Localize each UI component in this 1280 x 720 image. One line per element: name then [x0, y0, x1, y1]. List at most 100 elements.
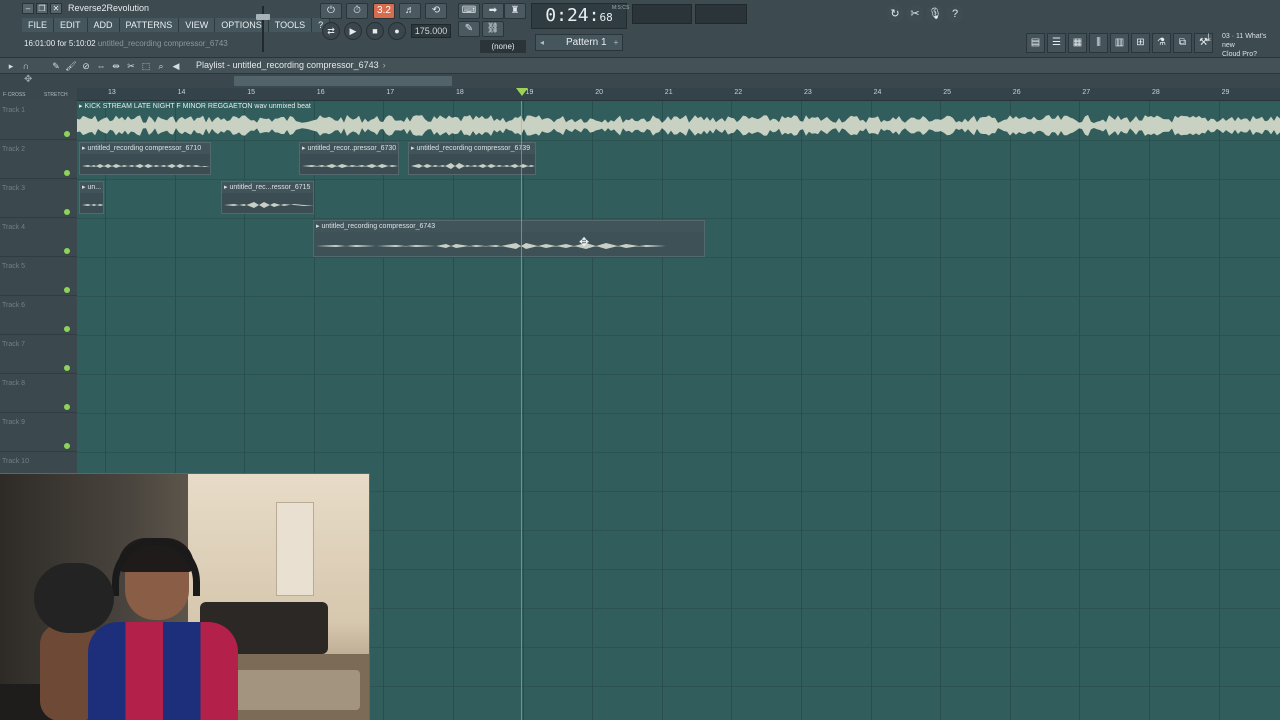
track-header[interactable]: Track 7 [0, 335, 77, 374]
track-mute-led[interactable] [64, 443, 70, 449]
track-header[interactable]: Track 8 [0, 374, 77, 413]
track-mute-led[interactable] [64, 131, 70, 137]
menu-add[interactable]: ADD [87, 18, 120, 32]
track-header[interactable]: Track 1 [0, 101, 77, 140]
audio-clip[interactable]: ▸ un... [79, 181, 104, 214]
cpu-meter [632, 4, 692, 24]
ruler-bar-number: 28 [1152, 89, 1160, 96]
clip-waveform [82, 204, 103, 206]
timeline-ruler[interactable]: 13 14 15 16 17 18 19 20 21 22 23 24 25 26 27 28 29 [77, 88, 1280, 101]
multilink-icon[interactable]: ♜ [504, 3, 526, 19]
track-mute-led[interactable] [64, 170, 70, 176]
clip-waveform [82, 164, 210, 168]
pencil-icon[interactable]: ✎ [458, 21, 480, 37]
slice-tool-icon[interactable]: ✂ [124, 59, 138, 73]
beat-waveform[interactable] [77, 112, 1280, 139]
audio-clip[interactable]: ▸ untitled_rec...ressor_6715 [221, 181, 314, 214]
playlist-tools: ▸ ∩ ✎ 🖌 ⊘ ⇔ ⇹ ✂ ⬚ ⌕ ◀ [4, 59, 183, 73]
playhead-marker[interactable] [516, 88, 528, 96]
typing-keyboard-icon[interactable]: ⌨ [458, 3, 480, 19]
menu-tools[interactable]: TOOLS [268, 18, 313, 32]
channel-rack-icon[interactable]: ▦ [1068, 33, 1087, 53]
playback-tool-icon[interactable]: ◀ [169, 59, 183, 73]
wait-icon[interactable]: ⏱ [346, 3, 368, 19]
browser-icon[interactable]: ▥ [1110, 33, 1129, 53]
zoom-tool-icon[interactable]: ⌕ [154, 59, 168, 73]
refresh-icon[interactable]: ↻ [886, 5, 904, 23]
playlist-window-icon[interactable]: ▤ [1026, 33, 1045, 53]
track-header[interactable]: Track 6 [0, 296, 77, 335]
tools-icon[interactable]: ✂ [906, 5, 924, 23]
link-icon[interactable]: ⛓ [482, 21, 504, 37]
close-icon[interactable]: ✕ [50, 3, 62, 14]
track-name: Track 3 [2, 185, 26, 192]
magnet-icon[interactable]: ∩ [19, 59, 33, 73]
master-volume-slider[interactable] [253, 4, 273, 56]
scrollbar-thumb[interactable] [234, 76, 452, 86]
help-icon[interactable]: ? [946, 5, 964, 23]
track-name: Track 7 [2, 341, 26, 348]
plugin-icon[interactable]: ⚗ [1152, 33, 1171, 53]
countdown-icon[interactable]: 3.2 [373, 3, 395, 19]
step-edit-icon[interactable]: ➡ [482, 3, 504, 19]
audio-clip[interactable]: ▸ untitled_recording compressor_6739 [408, 142, 536, 175]
track-mute-led[interactable] [64, 326, 70, 332]
mute-tool-icon[interactable]: ⇔ [94, 59, 108, 73]
plugin-picker-icon[interactable]: ⊞ [1131, 33, 1150, 53]
piano-roll-icon[interactable]: ☰ [1047, 33, 1066, 53]
audio-clip[interactable]: ▸ untitled_recor..pressor_6730 [299, 142, 399, 175]
track-mute-led[interactable] [64, 365, 70, 371]
loop-record-icon[interactable]: ⟲ [425, 3, 447, 19]
track-mute-led[interactable] [64, 209, 70, 215]
clip-label: ▸ untitled_recording compressor_6743 [314, 221, 704, 232]
audio-clip[interactable]: ▸ untitled_recording compressor_6710 [79, 142, 211, 175]
track-header[interactable]: Track 3 [0, 179, 77, 218]
playlist-options-icon[interactable]: ▸ [4, 59, 18, 73]
top-toolbar: – ❐ ✕ Reverse2Revolution FILE EDIT ADD P… [0, 0, 1280, 58]
touch-keyboard-icon[interactable]: ⧉ [1173, 33, 1192, 53]
menu-edit[interactable]: EDIT [54, 18, 88, 32]
minimize-icon[interactable]: – [22, 3, 34, 14]
track-header[interactable]: Track 2 [0, 140, 77, 179]
pattern-selector[interactable]: ◂ Pattern 1 + [535, 34, 623, 51]
song-mode-icon[interactable]: ⇄ [322, 22, 340, 40]
track-name: Track 1 [2, 107, 26, 114]
play-icon[interactable]: ▶ [344, 22, 362, 40]
clip-waveform [224, 202, 313, 208]
track-header[interactable]: Track 5 [0, 257, 77, 296]
delete-tool-icon[interactable]: ⊘ [79, 59, 93, 73]
menu-view[interactable]: VIEW [179, 18, 216, 32]
select-tool-icon[interactable]: ⬚ [139, 59, 153, 73]
tempo-display[interactable]: 175.000 [411, 24, 451, 38]
clip-label-text: untitled_recording compressor_6710 [87, 145, 202, 152]
metronome-icon[interactable]: ⏻ [320, 3, 342, 19]
audio-clip-selected[interactable]: ▸ untitled_recording compressor_6743 [313, 220, 705, 257]
pattern-add-icon[interactable]: + [610, 35, 622, 50]
mixer-icon[interactable]: ⫼ [1089, 33, 1108, 53]
restore-icon[interactable]: ❐ [36, 3, 48, 14]
track-mute-led[interactable] [64, 404, 70, 410]
track-header[interactable]: Track 4 [0, 218, 77, 257]
menu-patterns[interactable]: PATTERNS [119, 18, 180, 32]
microphone-icon[interactable]: 🎙 [926, 5, 944, 23]
draw-tool-icon[interactable]: ✎ [49, 59, 63, 73]
pattern-prev-icon[interactable]: ◂ [536, 35, 548, 50]
track-mute-led[interactable] [64, 287, 70, 293]
clip-label: ▸ un... [80, 182, 103, 193]
track-name: Track 10 [2, 458, 29, 465]
slip-tool-icon[interactable]: ⇹ [109, 59, 123, 73]
snap-selector[interactable]: (none) [480, 40, 526, 53]
playlist-scrollbar[interactable]: ✥ [0, 74, 1280, 88]
ruler-bar-number: 24 [873, 89, 882, 96]
blend-notes-icon[interactable]: ♬ [399, 3, 421, 19]
paint-tool-icon[interactable]: 🖌 [64, 59, 78, 73]
news-panel[interactable]: ⤓ 03 · 11 What's new Cloud Pro? [1206, 32, 1280, 59]
track-header[interactable]: Track 9 [0, 413, 77, 452]
menu-file[interactable]: FILE [22, 18, 55, 32]
stop-icon[interactable]: ■ [366, 22, 384, 40]
utility-icons: ↻ ✂ 🎙 ? [886, 5, 964, 23]
clip-label-text: untitled_recording compressor_6743 [321, 223, 436, 230]
record-icon[interactable]: ● [388, 22, 406, 40]
news-line-1: 03 · 11 What's new [1222, 33, 1267, 49]
track-mute-led[interactable] [64, 248, 70, 254]
